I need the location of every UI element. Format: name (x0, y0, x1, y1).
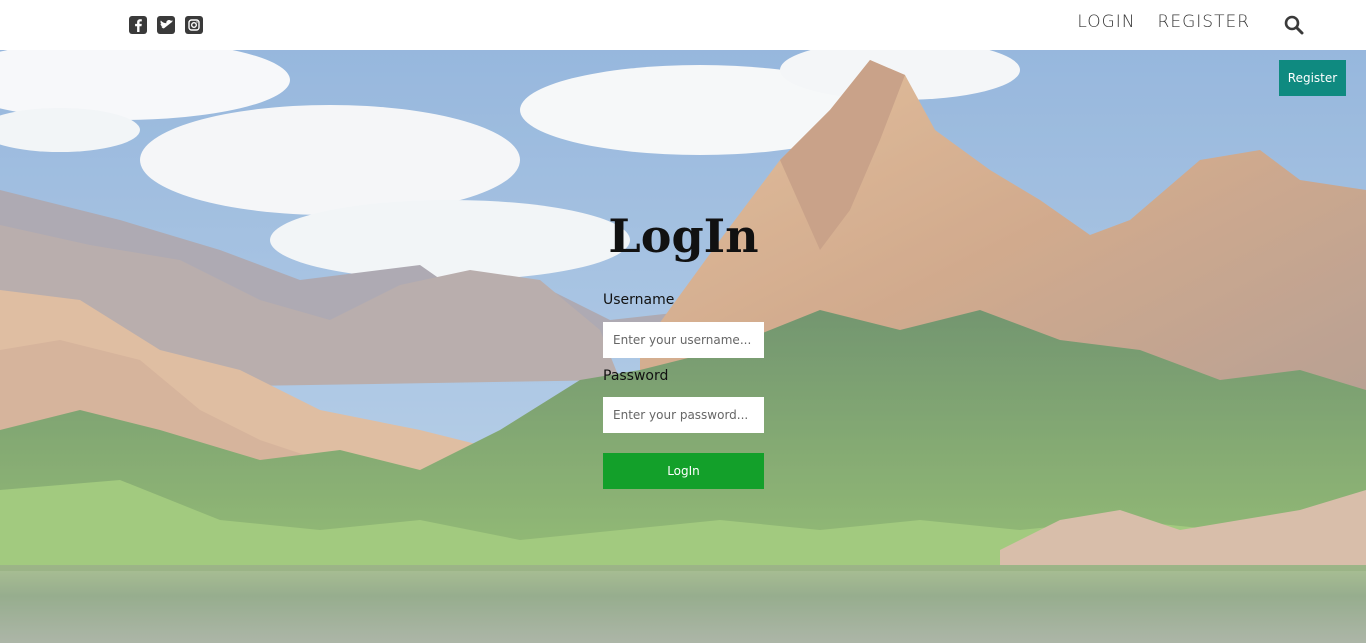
register-button[interactable]: Register (1279, 60, 1346, 96)
twitter-icon[interactable] (157, 16, 175, 34)
username-input[interactable] (603, 322, 764, 358)
login-title: LogIn (608, 209, 759, 263)
instagram-icon[interactable] (185, 16, 203, 34)
top-navbar: LOGIN REGISTER (0, 0, 1366, 50)
search-icon[interactable] (1284, 15, 1304, 35)
password-input[interactable] (603, 397, 764, 433)
username-label: Username (603, 292, 675, 308)
facebook-icon[interactable] (129, 16, 147, 34)
login-submit-button[interactable]: LogIn (603, 453, 764, 489)
social-links (129, 16, 203, 34)
hero-background: Register LogIn Username Password LogIn (0, 50, 1366, 643)
main-nav: LOGIN REGISTER (1077, 12, 1250, 32)
password-label: Password (603, 368, 669, 384)
nav-register-link[interactable]: REGISTER (1158, 12, 1250, 32)
nav-login-link[interactable]: LOGIN (1077, 12, 1135, 32)
